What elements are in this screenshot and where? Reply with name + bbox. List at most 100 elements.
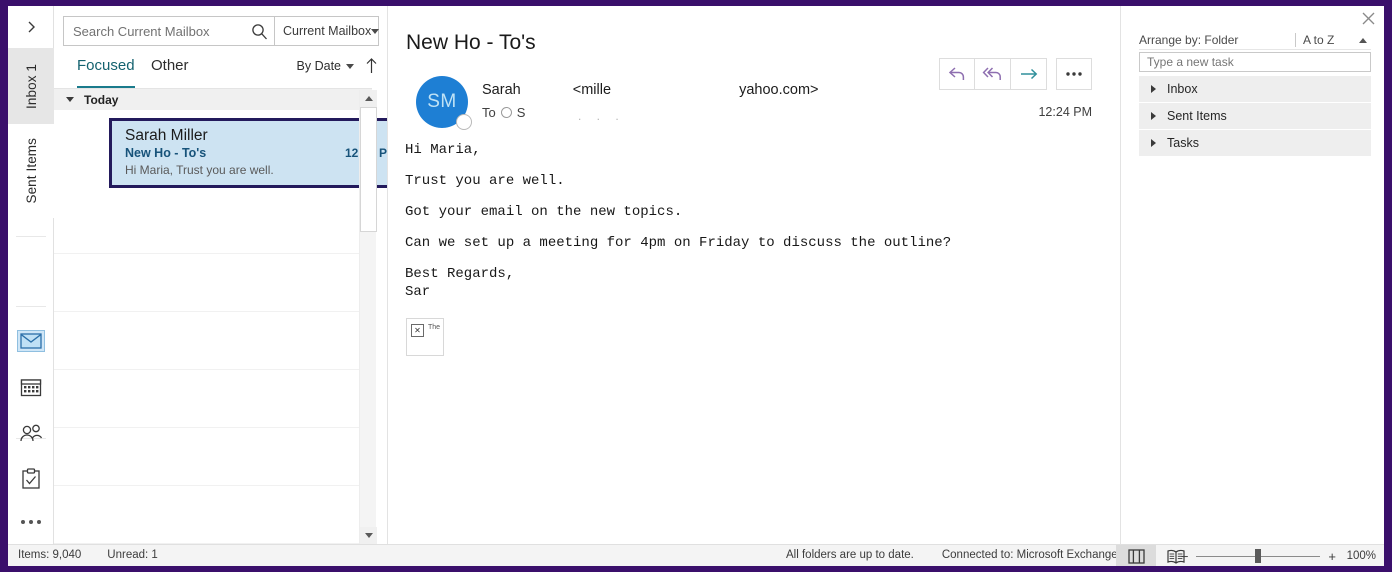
- more-actions-button[interactable]: [1056, 58, 1092, 90]
- redacted-recipient: . . .: [578, 109, 625, 123]
- reading-pane: New Ho - To's SM Sarah <mille yahoo.com>…: [388, 6, 1120, 544]
- arrange-by-row[interactable]: Arrange by: Folder A to Z: [1139, 31, 1371, 50]
- body-line: Trust you are well.: [405, 173, 565, 189]
- zoom-level-label: 100%: [1346, 550, 1376, 562]
- forward-button[interactable]: [1011, 58, 1047, 90]
- group-header-today[interactable]: Today: [54, 88, 372, 110]
- rail-divider: [16, 306, 46, 307]
- message-timestamp: 12:24 PM: [1038, 105, 1092, 119]
- nav-mail-button[interactable]: [8, 318, 54, 364]
- body-line: Sar: [405, 284, 431, 300]
- new-task-box[interactable]: [1139, 52, 1371, 72]
- folder-tab-label: Inbox 1: [23, 63, 39, 109]
- dot: [21, 520, 25, 524]
- search-box[interactable]: [63, 16, 275, 46]
- empty-row: [54, 428, 372, 486]
- search-icon[interactable]: [251, 23, 268, 40]
- chevron-down-icon: [346, 63, 354, 69]
- search-input[interactable]: [73, 23, 251, 39]
- unread-count: Unread: 1: [107, 549, 158, 561]
- sender-email-start: <mille: [572, 82, 612, 98]
- zoom-out-button[interactable]: −: [1181, 549, 1189, 564]
- task-group-label: Tasks: [1167, 136, 1199, 150]
- zoom-slider[interactable]: [1196, 549, 1321, 563]
- forward-icon: [1020, 68, 1037, 80]
- tab-focused[interactable]: Focused: [77, 56, 135, 88]
- sort-label: By Date: [296, 59, 341, 73]
- reply-all-button[interactable]: [975, 58, 1011, 90]
- sender-name: Sarah: [482, 82, 521, 98]
- tasks-icon: [17, 468, 45, 490]
- nav-people-button[interactable]: [8, 410, 54, 456]
- arrange-by-label: Arrange by: Folder: [1139, 33, 1239, 47]
- image-alt-text: The: [428, 324, 441, 331]
- group-header-label: Today: [84, 92, 119, 107]
- chevron-right-icon: [1151, 112, 1156, 120]
- items-count: Items: 9,040: [18, 549, 82, 561]
- reply-all-icon: [982, 67, 1001, 80]
- folder-tab-sent-items[interactable]: Sent Items: [8, 124, 54, 218]
- sort-order-label: A to Z: [1295, 33, 1359, 47]
- presence-indicator-icon: [456, 114, 472, 130]
- close-todo-pane-button[interactable]: [1358, 9, 1378, 27]
- sort-direction-button[interactable]: [365, 57, 378, 79]
- module-switcher: [8, 318, 54, 542]
- scrollbar-thumb[interactable]: [360, 107, 377, 232]
- task-group-label: Sent Items: [1167, 109, 1227, 123]
- search-scope-dropdown[interactable]: Current Mailbox: [275, 16, 380, 46]
- dot: [37, 520, 41, 524]
- zoom-in-button[interactable]: +: [1328, 549, 1336, 564]
- scroll-up-button[interactable]: [360, 90, 377, 107]
- empty-row: [54, 254, 372, 312]
- close-icon: [1362, 12, 1374, 24]
- sort-ascending-icon[interactable]: [1359, 37, 1367, 43]
- chevron-right-icon: [1151, 139, 1156, 147]
- broken-image-icon: ✕: [411, 324, 424, 337]
- message-list-scrollbar[interactable]: [359, 90, 377, 544]
- new-task-input[interactable]: [1147, 55, 1370, 69]
- folder-tab-inbox[interactable]: Inbox 1: [8, 48, 54, 124]
- tab-other[interactable]: Other: [151, 56, 189, 88]
- scroll-down-button[interactable]: [360, 527, 377, 544]
- nav-tasks-button[interactable]: [8, 456, 54, 502]
- ellipsis-icon: [1066, 72, 1082, 76]
- reply-icon: [948, 67, 965, 80]
- task-group-sent-items[interactable]: Sent Items: [1139, 103, 1371, 130]
- left-navigation-rail: Inbox 1 Sent Items: [8, 6, 54, 544]
- body-line: Hi Maria,: [405, 142, 481, 158]
- connection-status: Connected to: Microsoft Exchange: [941, 549, 1118, 561]
- body-line: Can we set up a meeting for 4pm on Frida…: [405, 235, 952, 251]
- status-bar: Items: 9,040 Unread: 1 All folders are u…: [8, 544, 1384, 566]
- message-sender: Sarah Miller: [125, 127, 208, 144]
- outlook-window: Inbox 1 Sent Items Search Current Mailbo…: [8, 6, 1384, 566]
- empty-row: [54, 486, 372, 544]
- zoom-control: − + 100%: [1181, 545, 1376, 566]
- nav-more-button[interactable]: [8, 502, 54, 542]
- chevron-right-icon: [1151, 85, 1156, 93]
- sort-dropdown[interactable]: By Date: [297, 59, 354, 73]
- expand-folder-pane-button[interactable]: [8, 14, 54, 40]
- normal-view-button[interactable]: [1116, 545, 1156, 566]
- task-group-inbox[interactable]: Inbox: [1139, 76, 1371, 103]
- sync-status: All folders are up to date.: [786, 549, 914, 561]
- task-group-tasks[interactable]: Tasks: [1139, 130, 1371, 157]
- message-body: Hi Maria, Trust you are well. Got your e…: [405, 141, 1095, 314]
- folder-tab-label: Sent Items: [23, 138, 39, 204]
- chevron-right-icon: [28, 21, 35, 33]
- chevron-down-icon: [66, 97, 74, 102]
- zoom-slider-thumb[interactable]: [1255, 549, 1262, 563]
- focused-other-tabs: Focused Other By Date: [54, 56, 388, 88]
- sender-email-end: yahoo.com>: [739, 82, 819, 98]
- search-scope-label: Current Mailbox: [283, 24, 372, 38]
- body-line: Best Regards,: [405, 266, 515, 282]
- message-action-bar: [939, 58, 1092, 90]
- status-sync-info: All folders are up to date. Connected to…: [786, 549, 1118, 561]
- tab-other-label: Other: [151, 57, 189, 74]
- tab-focused-label: Focused: [77, 57, 135, 74]
- broken-image-placeholder[interactable]: ✕ The: [406, 318, 444, 356]
- nav-calendar-button[interactable]: [8, 364, 54, 410]
- empty-row: [54, 312, 372, 370]
- people-icon: [17, 422, 45, 444]
- reply-button[interactable]: [939, 58, 975, 90]
- message-subject: New Ho - To's: [125, 146, 207, 160]
